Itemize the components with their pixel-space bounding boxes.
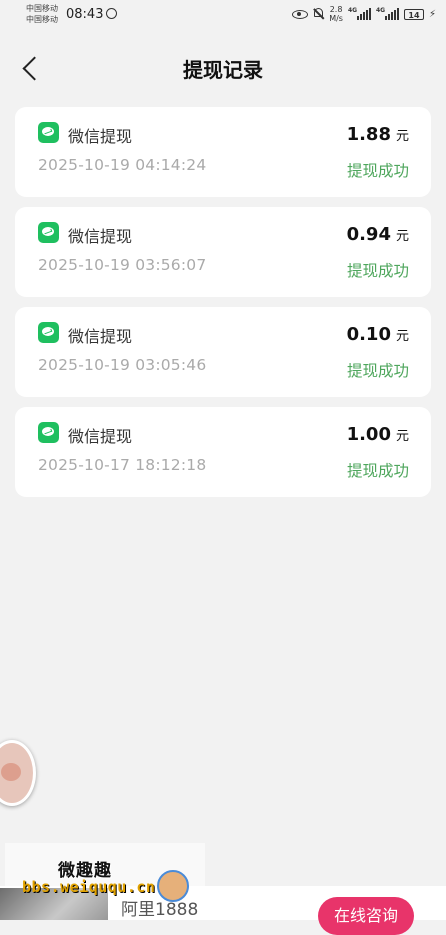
amount-value: 1.00 [346,424,391,445]
wechat-icon [38,122,59,143]
battery-icon: 14 [403,8,424,20]
status-time: 08:43 [66,7,104,22]
status-icons: 2.8 M/s 4G 4G 14 ⚡ [292,5,436,23]
net-speed: 2.8 M/s [329,5,343,23]
record-amount: 0.94 元 [347,224,409,245]
record-name: 微信提现 [68,327,133,346]
record-time: 2025-10-19 03:05:46 [38,356,207,374]
record-time: 2025-10-19 04:14:24 [38,156,207,174]
amount-unit: 元 [395,329,409,344]
consult-button[interactable]: 在线咨询 [318,897,414,935]
amount-value: 0.10 [346,324,391,345]
carrier-line-2: 中国移动 [26,15,58,24]
shop-name: 阿里1888 [121,900,199,920]
amount-value: 1.88 [346,124,391,145]
record-amount: 1.00 元 [347,424,409,445]
hd-icon [106,8,117,19]
wechat-icon [38,422,59,443]
record-status: 提现成功 [346,462,409,480]
carrier-info: 中国移动 中国移动 [26,3,58,25]
signal-2-label: 4G [375,7,386,14]
floating-assistant-button[interactable] [0,740,36,806]
signal-icon: 4G [375,7,399,20]
record-time: 2025-10-19 03:56:07 [38,256,207,274]
signal-1-label: 4G [347,7,358,14]
withdraw-record-list: 微信提现 2025-10-19 04:14:24 1.88 元 提现成功 微信提现… [15,107,431,507]
charging-icon: ⚡ [428,8,436,20]
record-amount: 1.88 元 [347,124,409,145]
record-time: 2025-10-17 18:12:18 [38,456,207,474]
record-amount: 0.10 元 [347,324,409,345]
record-name: 微信提现 [68,427,133,446]
status-bar: 中国移动 中国移动 08:43 2.8 M/s 4G 4G 14 ⚡ [0,0,446,32]
amount-value: 0.94 [346,224,391,245]
record-status: 提现成功 [346,162,409,180]
carrier-line-1: 中国移动 [26,4,58,13]
amount-unit: 元 [395,129,409,144]
record-status: 提现成功 [346,362,409,380]
net-speed-value: 2.8 [329,5,343,14]
amount-unit: 元 [395,429,409,444]
record-card[interactable]: 微信提现 2025-10-19 03:05:46 0.10 元 提现成功 [15,307,431,397]
page-header: 提现记录 [0,40,446,96]
record-card[interactable]: 微信提现 2025-10-19 04:14:24 1.88 元 提现成功 [15,107,431,197]
page-title: 提现记录 [183,58,263,82]
eye-icon [292,9,309,19]
record-card[interactable]: 微信提现 2025-10-17 18:12:18 1.00 元 提现成功 [15,407,431,497]
bell-muted-icon [313,8,324,20]
record-status: 提现成功 [346,262,409,280]
record-name: 微信提现 [68,127,133,146]
mascot-icon [157,870,189,902]
record-name: 微信提现 [68,227,133,246]
watermark-url: bbs.weiququ.cn [22,878,156,896]
record-card[interactable]: 微信提现 2025-10-19 03:56:07 0.94 元 提现成功 [15,207,431,297]
amount-unit: 元 [395,229,409,244]
wechat-icon [38,322,59,343]
net-speed-unit: M/s [329,14,343,23]
wechat-icon [38,222,59,243]
signal-icon: 4G [347,7,371,20]
